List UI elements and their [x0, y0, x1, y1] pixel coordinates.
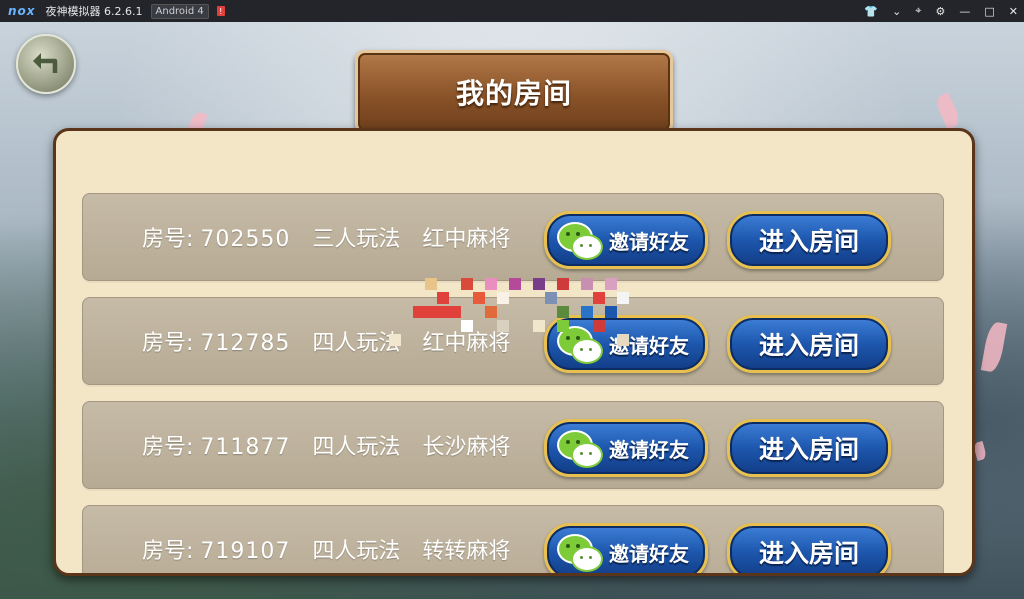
shirt-icon[interactable]: 👕 [864, 5, 878, 18]
chevron-down-icon[interactable]: ⌄ [892, 5, 901, 18]
emulator-titlebar: nox 夜神模拟器 6.2.6.1 Android 4 ! 👕 ⌄ ⌖ ⚙ — … [0, 0, 1024, 22]
room-info: 房号: 711877 四人玩法 长沙麻将 [142, 401, 510, 489]
room-number: 房号: 711877 [142, 429, 290, 461]
page-title: 我的房间 [455, 77, 572, 110]
room-number-value: 711877 [200, 435, 291, 460]
game-mode: 红中麻将 [422, 227, 511, 252]
room-row: 房号: 711877 四人玩法 长沙麻将 邀请好友 进入房间 [82, 401, 944, 489]
invite-friend-button[interactable]: 邀请好友 [544, 523, 708, 573]
game-mode: 长沙麻将 [422, 435, 511, 460]
enter-room-label: 进入房间 [758, 331, 859, 360]
alert-badge[interactable]: ! [216, 6, 225, 16]
pin-icon[interactable]: ⌖ [915, 4, 921, 18]
enter-room-button[interactable]: 进入房间 [727, 211, 891, 269]
enter-room-button[interactable]: 进入房间 [727, 523, 891, 573]
minimize-icon[interactable]: — [959, 5, 970, 18]
invite-friend-button[interactable]: 邀请好友 [544, 211, 708, 269]
room-list: 房号: 702550 三人玩法 红中麻将 邀请好友 进入房间 房号: 71278… [82, 193, 944, 573]
room-number-value: 702550 [200, 227, 291, 252]
back-arrow-icon [33, 53, 58, 73]
page-title-plaque: 我的房间 [355, 50, 673, 134]
room-number-value: 712785 [200, 331, 291, 356]
room-number-label: 房号: [142, 435, 194, 460]
room-number-label: 房号: [142, 227, 194, 252]
enter-room-label: 进入房间 [758, 435, 859, 464]
nox-logo: nox [8, 4, 36, 18]
window-controls: 👕 ⌄ ⌖ ⚙ — □ ✕ [864, 0, 1018, 22]
room-info: 房号: 702550 三人玩法 红中麻将 [142, 193, 510, 281]
player-count: 四人玩法 [312, 435, 401, 460]
room-number: 房号: 712785 [142, 325, 290, 357]
maximize-icon[interactable]: □ [984, 5, 994, 18]
invite-friend-button[interactable]: 邀请好友 [544, 419, 708, 477]
player-count: 三人玩法 [312, 227, 401, 252]
close-icon[interactable]: ✕ [1009, 5, 1018, 18]
game-mode: 转转麻将 [422, 539, 511, 564]
room-row: 房号: 702550 三人玩法 红中麻将 邀请好友 进入房间 [82, 193, 944, 281]
petal-decoration [933, 92, 963, 130]
back-button[interactable] [16, 34, 76, 94]
wechat-icon [557, 428, 605, 468]
invite-friend-label: 邀请好友 [609, 437, 689, 462]
petal-decoration [980, 320, 1008, 374]
enter-room-button[interactable]: 进入房间 [727, 419, 891, 477]
player-count: 四人玩法 [312, 539, 401, 564]
invite-friend-label: 邀请好友 [609, 541, 689, 566]
room-number-label: 房号: [142, 539, 194, 564]
settings-icon[interactable]: ⚙ [936, 5, 946, 18]
wechat-icon [557, 220, 605, 260]
enter-room-label: 进入房间 [758, 227, 859, 256]
enter-room-button[interactable]: 进入房间 [727, 315, 891, 373]
wechat-icon [557, 532, 605, 572]
android-version-badge: Android 4 [150, 3, 209, 19]
enter-room-label: 进入房间 [758, 539, 859, 568]
room-number: 房号: 702550 [142, 221, 290, 253]
room-row: 房号: 719107 四人玩法 转转麻将 邀请好友 进入房间 [82, 505, 944, 573]
invite-friend-label: 邀请好友 [609, 229, 689, 254]
emulator-title: 夜神模拟器 6.2.6.1 [45, 5, 143, 18]
game-screen: 我的房间 房号: 702550 三人玩法 红中麻将 邀请好友 进入房间 房号: … [0, 22, 1024, 599]
room-number-value: 719107 [200, 539, 291, 564]
pixelated-redaction [389, 276, 647, 362]
room-info: 房号: 719107 四人玩法 转转麻将 [142, 505, 511, 573]
room-number: 房号: 719107 [142, 533, 290, 565]
room-number-label: 房号: [142, 331, 194, 356]
player-count: 四人玩法 [312, 331, 401, 356]
